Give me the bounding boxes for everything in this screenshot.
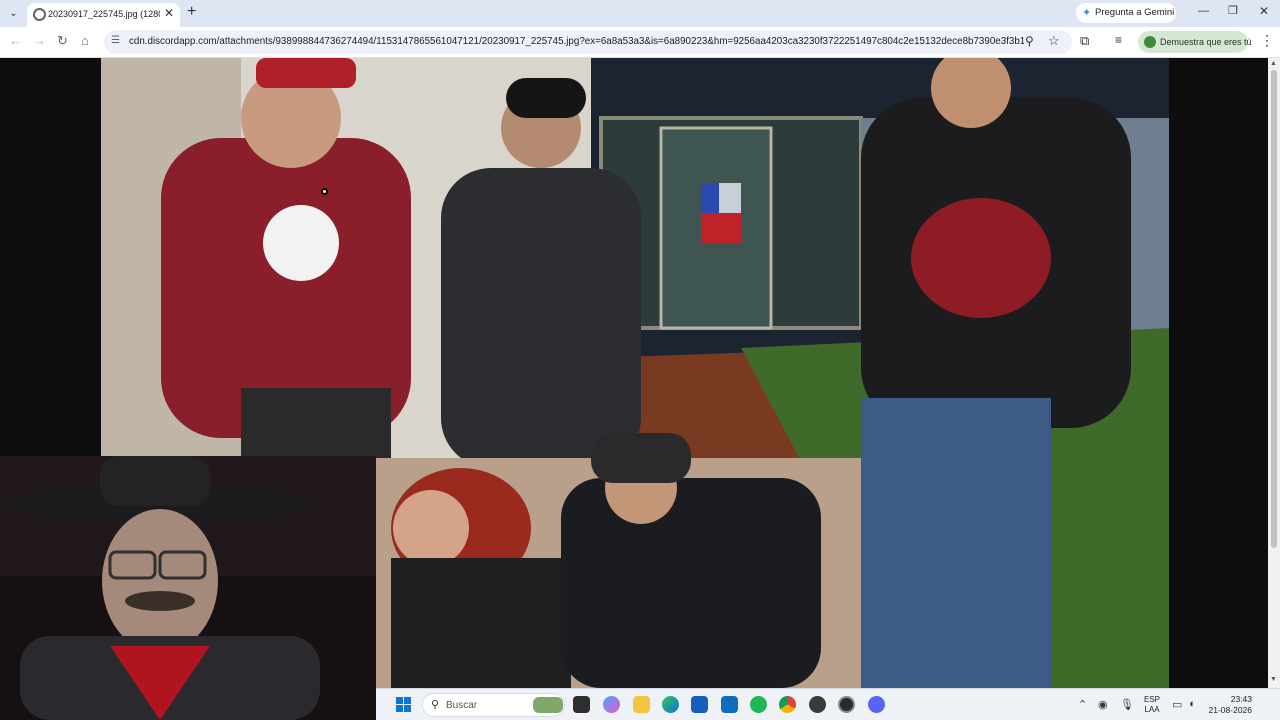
browser-toolbar: ← → ↻ ⌂ ☰ cdn.discordapp.com/attachments… (0, 27, 1280, 58)
scrollbar-thumb[interactable] (1271, 70, 1277, 548)
discord-icon[interactable] (868, 696, 885, 713)
media-controls-icon[interactable]: ≡ (1115, 33, 1122, 47)
vertical-scrollbar[interactable]: ▲ ▼ (1268, 58, 1280, 688)
obs-icon[interactable] (838, 696, 855, 713)
clock-date: 21-08-2026 (1208, 705, 1252, 715)
monitor-icon[interactable]: ▭ (1172, 698, 1182, 711)
tab-title: 20230917_225745.jpg (1280×960) (48, 9, 160, 19)
tab-search-button[interactable]: ⌄ (5, 5, 22, 22)
globe-icon (33, 8, 46, 21)
file-explorer-icon[interactable] (573, 696, 590, 713)
back-icon[interactable]: ← (9, 33, 22, 48)
minimize-button[interactable]: — (1198, 5, 1209, 17)
zoom-icon[interactable]: ⚲ (1025, 34, 1034, 48)
search-highlight-icon (533, 697, 563, 713)
image-viewer: ▲ ▼ ⚲ Buscar ⌃ ◉ 🎙 ESP LAA ▭ ◖ 23:43 21-… (0, 58, 1280, 720)
close-window-button[interactable]: ✕ (1259, 4, 1269, 18)
chevron-down-icon: ⌄ (9, 8, 18, 19)
mouse-cursor (321, 188, 328, 195)
extensions-icon[interactable]: ⧉ (1080, 33, 1089, 49)
store-icon[interactable] (691, 696, 708, 713)
search-icon: ⚲ (431, 699, 440, 711)
volume-icon[interactable]: ◖ (1188, 698, 1195, 710)
address-bar[interactable]: ☰ cdn.discordapp.com/attachments/9389988… (104, 30, 1072, 54)
forward-icon[interactable]: → (33, 33, 46, 48)
chrome-icon[interactable] (779, 696, 796, 713)
tab-active[interactable]: 20230917_225745.jpg (1280×960) ✕ (27, 3, 180, 27)
network-icon[interactable]: ◉ (1098, 698, 1108, 711)
clock-time: 23:43 (1230, 694, 1252, 704)
outlook-icon[interactable] (721, 696, 738, 713)
search-placeholder: Buscar (446, 700, 478, 711)
site-info-icon[interactable]: ☰ (111, 35, 120, 46)
reload-icon[interactable]: ↻ (57, 33, 68, 49)
files-icon[interactable] (633, 696, 650, 713)
scroll-down-icon[interactable]: ▼ (1270, 676, 1277, 683)
clock[interactable]: 23:43 21-08-2026 (1206, 694, 1252, 716)
profile-label: Demuestra que eres tú (1160, 37, 1252, 47)
tray-overflow-icon[interactable]: ⌃ (1078, 698, 1087, 711)
sparkle-icon: ✦ (1082, 7, 1092, 19)
new-tab-button[interactable]: + (187, 3, 196, 21)
windows-taskbar: ⚲ Buscar ⌃ ◉ 🎙 ESP LAA ▭ ◖ 23:43 21-08-2… (376, 688, 1280, 720)
language-indicator[interactable]: ESP LAA (1144, 695, 1160, 715)
webcam-overlay (0, 456, 376, 720)
tab-strip: ⌄ 20230917_225745.jpg (1280×960) ✕ + ✦ P… (0, 0, 1280, 27)
gemini-button-label: Pregunta a Gemini (1095, 7, 1175, 18)
windows-start-icon[interactable] (396, 697, 412, 713)
edge-icon[interactable] (662, 696, 679, 713)
home-icon[interactable]: ⌂ (81, 33, 89, 48)
restore-button[interactable]: ❐ (1228, 4, 1238, 17)
taskbar-search[interactable]: ⚲ Buscar (422, 693, 565, 717)
webcam-graphic (0, 456, 376, 720)
microphone-icon[interactable]: 🎙 (1120, 698, 1134, 711)
scroll-up-icon[interactable]: ▲ (1270, 60, 1277, 67)
tab-close-icon[interactable]: ✕ (164, 6, 174, 20)
language-top: ESP (1144, 695, 1161, 704)
copilot-icon[interactable] (603, 696, 620, 713)
spotify-icon[interactable] (750, 696, 767, 713)
profile-button[interactable]: Demuestra que eres tú (1138, 31, 1252, 53)
app-icon[interactable] (809, 696, 826, 713)
bookmark-star-icon[interactable]: ☆ (1048, 33, 1060, 49)
url-text[interactable]: cdn.discordapp.com/attachments/938998844… (129, 36, 1024, 47)
avatar (1144, 36, 1156, 48)
menu-icon[interactable]: ⋮ (1260, 32, 1274, 49)
language-bottom: LAA (1144, 705, 1160, 714)
gemini-button[interactable]: ✦ Pregunta a Gemini (1076, 3, 1176, 23)
